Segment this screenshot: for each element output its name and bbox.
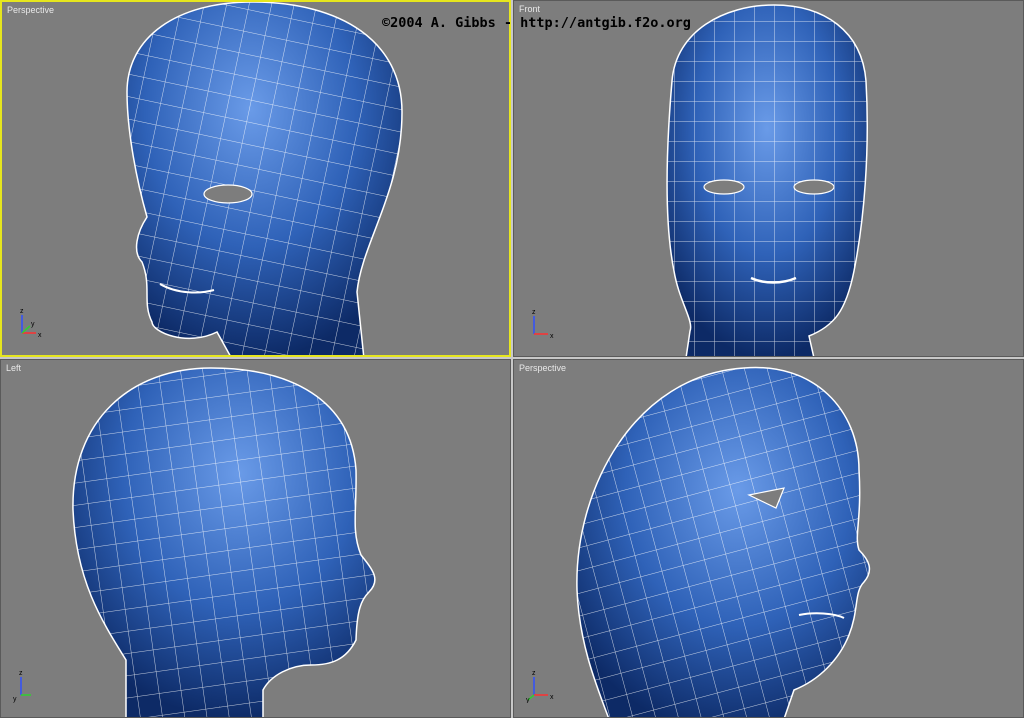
axis-z-label: z bbox=[532, 670, 536, 677]
axis-x-label: x bbox=[550, 694, 554, 701]
axis-tripod-icon: z y x bbox=[20, 308, 42, 339]
axis-z-label: z bbox=[532, 309, 536, 316]
axis-tripod-icon: z y x bbox=[526, 670, 554, 703]
head-mesh-icon bbox=[126, 2, 403, 355]
viewport-front[interactable]: Front z x bbox=[513, 0, 1024, 357]
copyright-credit: ©2004 A. Gibbs - http://antgib.f2o.org bbox=[382, 15, 691, 31]
axis-y-label: y bbox=[13, 696, 17, 703]
axis-tripod-icon: z x bbox=[532, 309, 554, 340]
viewport-perspective-bottom-right[interactable]: Perspective z y x bbox=[513, 359, 1024, 718]
axis-z-label: z bbox=[20, 308, 24, 315]
axis-x-label: x bbox=[550, 333, 554, 340]
head-mesh-icon bbox=[666, 4, 869, 356]
axis-z-label: z bbox=[19, 670, 23, 677]
head-mesh-icon bbox=[576, 366, 871, 717]
axis-y-label: y bbox=[526, 697, 530, 703]
axis-tripod-icon: z y bbox=[13, 670, 31, 703]
axis-x-label: x bbox=[38, 332, 42, 339]
viewport-left[interactable]: Left z y bbox=[0, 359, 511, 718]
axis-y-label: y bbox=[31, 321, 35, 328]
viewport-perspective-top-left[interactable]: Perspective z y x bbox=[0, 0, 511, 357]
head-mesh-icon bbox=[72, 367, 376, 717]
